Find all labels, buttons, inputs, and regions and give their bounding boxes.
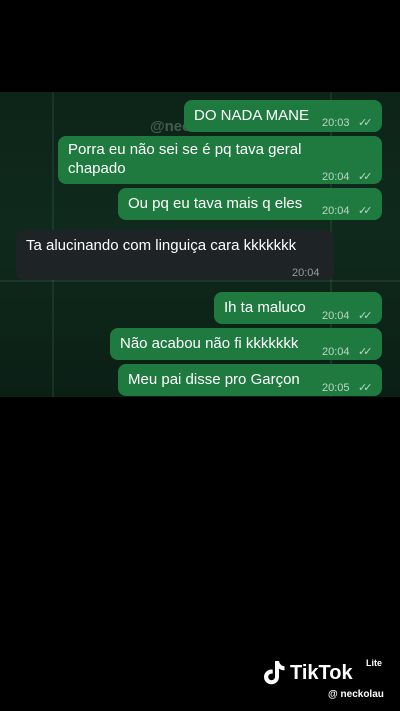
message-text: Ou pq eu tava mais q eles xyxy=(128,195,303,212)
message-bubble-outgoing[interactable]: Meu pai disse pro Garçon 20:05 ✓✓ xyxy=(118,364,382,396)
background-line xyxy=(0,280,400,282)
message-time: 20:04 xyxy=(322,310,350,322)
message-text: DO NADA MANE xyxy=(194,107,310,124)
message-text: Não acabou não fi kkkkkkk xyxy=(120,335,299,352)
tiktok-handle: @ neckolau xyxy=(328,689,384,700)
message-bubble-outgoing[interactable]: Porra eu não sei se é pq tava geral chap… xyxy=(58,136,382,184)
message-time: 20:04 xyxy=(322,205,350,217)
read-ticks-icon: ✓✓ xyxy=(358,117,373,129)
read-ticks-icon: ✓✓ xyxy=(358,346,373,358)
message-bubble-outgoing[interactable]: Ih ta maluco 20:04 ✓✓ xyxy=(214,292,382,324)
read-ticks-icon: ✓✓ xyxy=(358,310,373,322)
message-text: Porra eu não sei se é pq tava geral xyxy=(68,141,302,158)
message-bubble-outgoing[interactable]: DO NADA MANE 20:03 ✓✓ xyxy=(184,100,382,132)
tiktok-logo-icon xyxy=(264,661,285,685)
message-bubble-outgoing[interactable]: Não acabou não fi kkkkkkk 20:04 ✓✓ xyxy=(110,328,382,360)
read-ticks-icon: ✓✓ xyxy=(358,205,373,217)
message-text: Ta alucinando com linguiça cara kkkkkkk xyxy=(26,237,297,254)
message-text: chapado xyxy=(68,160,126,177)
tiktok-watermark: TikTok Lite @ neckolau xyxy=(262,658,394,702)
message-time: 20:04 xyxy=(322,171,350,183)
message-time: 20:04 xyxy=(292,267,320,279)
message-bubble-outgoing[interactable]: Ou pq eu tava mais q eles 20:04 ✓✓ xyxy=(118,188,382,220)
read-ticks-icon: ✓✓ xyxy=(358,171,373,183)
message-text: Meu pai disse pro Garçon xyxy=(128,371,300,388)
message-time: 20:04 xyxy=(322,346,350,358)
tiktok-brand: TikTok xyxy=(290,662,353,684)
chat-screenshot: @neckolau DO NADA MANE 20:03 ✓✓ Porra eu… xyxy=(0,92,400,397)
tiktok-lite-label: Lite xyxy=(366,658,383,668)
message-bubble-incoming[interactable]: Ta alucinando com linguiça cara kkkkkkk … xyxy=(16,230,334,280)
message-time: 20:03 xyxy=(322,117,350,129)
message-text: Ih ta maluco xyxy=(224,299,306,316)
read-ticks-icon: ✓✓ xyxy=(358,382,373,394)
message-time: 20:05 xyxy=(322,382,350,394)
